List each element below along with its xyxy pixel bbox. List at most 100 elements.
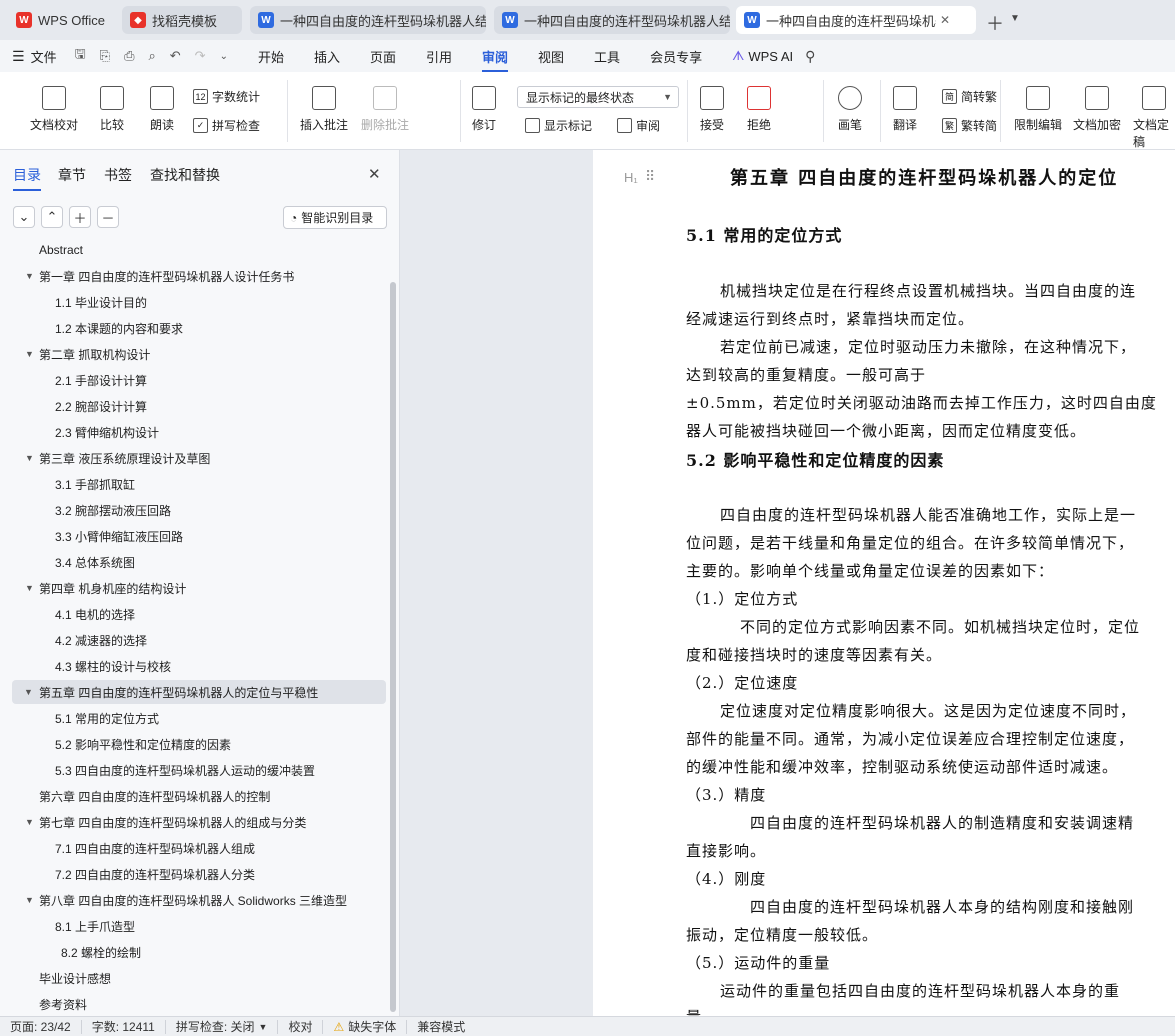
collapse-chevron-down-icon[interactable]: ⌄	[13, 206, 35, 228]
print-preview-icon[interactable]: ⌕	[148, 48, 155, 64]
menu-home[interactable]: 开始	[258, 47, 284, 66]
toc-item[interactable]: Abstract	[39, 240, 83, 262]
toc-item[interactable]: 2.3 臂伸缩机构设计	[55, 420, 159, 444]
read-aloud-button[interactable]: 朗读	[150, 86, 174, 133]
status-page[interactable]: 页面: 23/42	[0, 1019, 82, 1034]
menu-member[interactable]: 会员专享	[650, 47, 702, 66]
accept-button[interactable]: 接受	[700, 86, 724, 133]
restrict-edit-button[interactable]: 限制编辑	[1014, 86, 1062, 133]
status-proof[interactable]: 校对	[278, 1019, 324, 1034]
tab-sections[interactable]: 章节	[58, 165, 86, 185]
tab-doc-3-active[interactable]: W 一种四自由度的连杆型码垛机器人 ✕	[736, 6, 976, 34]
toc-item[interactable]: 2.2 腕部设计计算	[55, 394, 147, 418]
toc-item[interactable]: ▼ 第一章 四自由度的连杆型码垛机器人设计任务书	[25, 264, 294, 288]
status-spell-check[interactable]: 拼写检查: 关闭 ▼	[166, 1019, 279, 1034]
insert-comment-button[interactable]: 插入批注	[300, 86, 348, 133]
toc-item[interactable]: ▼ 第七章 四自由度的连杆型码垛机器人的组成与分类	[25, 810, 306, 834]
encrypt-doc-button[interactable]: 文档加密	[1073, 86, 1121, 133]
toc-item[interactable]: 毕业设计感想	[39, 966, 111, 990]
tab-template[interactable]: ◆ 找稻壳模板	[122, 6, 242, 34]
toc-item[interactable]: 3.1 手部抓取缸	[55, 472, 135, 496]
close-pane-icon[interactable]: ✕	[368, 165, 381, 183]
tab-doc-2[interactable]: W 一种四自由度的连杆型码垛机器人结构	[494, 6, 730, 34]
expand-arrow-icon[interactable]: ▼	[25, 271, 34, 281]
toc-item[interactable]: 3.3 小臂伸缩缸液压回路	[55, 524, 183, 548]
save-icon[interactable]: 🖫	[75, 45, 86, 67]
tab-find-replace[interactable]: 查找和替换	[150, 165, 220, 185]
tab-wps-office[interactable]: W WPS Office	[8, 6, 118, 34]
tab-doc-1[interactable]: W 一种四自由度的连杆型码垛机器人结构	[250, 6, 486, 34]
spell-check-button[interactable]: ✓ 拼写检查	[193, 117, 260, 134]
expand-arrow-icon[interactable]: ▼	[25, 895, 34, 905]
pen-button[interactable]: 画笔	[838, 86, 862, 133]
add-heading-plus-icon[interactable]: ＋	[69, 206, 91, 228]
heading-marker[interactable]: H₁	[624, 170, 638, 185]
share-icon[interactable]: ⎘	[100, 48, 110, 64]
delete-comment-button[interactable]: 删除批注	[361, 86, 409, 133]
drag-handle-icon[interactable]: ⠿	[645, 168, 655, 185]
finalize-doc-button[interactable]: 文档定稿	[1133, 86, 1175, 150]
word-count-button[interactable]: 12 字数统计	[193, 88, 260, 105]
menu-tools[interactable]: 工具	[594, 47, 620, 66]
toc-item[interactable]: 1.2 本课题的内容和要求	[55, 316, 183, 340]
redo-icon[interactable]: ↷	[195, 48, 206, 64]
markup-state-select[interactable]: 显示标记的最终状态 ▼	[517, 86, 679, 108]
expand-arrow-icon[interactable]: ▼	[25, 583, 34, 593]
remove-heading-minus-icon[interactable]: －	[97, 206, 119, 228]
toc-item[interactable]: 8.2 螺栓的绘制	[61, 940, 141, 964]
toc-item[interactable]: 5.2 影响平稳性和定位精度的因素	[55, 732, 231, 756]
undo-icon[interactable]: ↶	[170, 48, 181, 64]
print-icon[interactable]: ⎙	[124, 48, 134, 64]
reject-button[interactable]: 拒绝	[747, 86, 771, 133]
toc-item[interactable]: 4.3 螺柱的设计与校核	[55, 654, 171, 678]
document-page[interactable]: H₁ ⠿ 第五章 四自由度的连杆型码垛机器人的定位 5.1 常用的定位方式 机械挡块…	[593, 150, 1175, 1016]
status-missing-font[interactable]: ⚠ 缺失字体	[323, 1019, 408, 1034]
wps-ai-button[interactable]: ᗑ WPS AI	[732, 48, 793, 64]
trad-to-simp-button[interactable]: 繁 繁转简	[942, 117, 997, 134]
toc-item[interactable]: 8.1 上手爪造型	[55, 914, 135, 938]
toc-item[interactable]: 7.2 四自由度的连杆型码垛机器人分类	[55, 862, 255, 886]
menu-references[interactable]: 引用	[426, 47, 452, 66]
compare-button[interactable]: 比较	[100, 86, 124, 133]
file-menu[interactable]: ☰ 文件	[12, 47, 57, 66]
expand-chevron-up-icon[interactable]: ⌃	[41, 206, 63, 228]
translate-button[interactable]: 翻译	[893, 86, 917, 133]
expand-arrow-icon[interactable]: ▼	[25, 453, 34, 463]
doc-proof-button[interactable]: 文档校对	[30, 86, 78, 133]
tab-toc[interactable]: 目录	[13, 165, 41, 191]
expand-arrow-icon[interactable]: ▼	[25, 349, 34, 359]
toc-item[interactable]: 7.1 四自由度的连杆型码垛机器人组成	[55, 836, 255, 860]
chevron-down-icon[interactable]: ▼	[1010, 13, 1020, 24]
new-tab-plus-icon[interactable]: ＋	[986, 10, 1004, 36]
status-word-count[interactable]: 字数: 12411	[82, 1019, 166, 1034]
toc-item[interactable]: 3.4 总体系统图	[55, 550, 135, 574]
toc-item[interactable]: 3.2 腕部摆动液压回路	[55, 498, 171, 522]
toc-item[interactable]: 2.1 手部设计计算	[55, 368, 147, 392]
tab-bookmarks[interactable]: 书签	[104, 165, 132, 185]
review-pane-button[interactable]: 审阅	[617, 117, 660, 134]
toc-item[interactable]: 5.3 四自由度的连杆型码垛机器人运动的缓冲装置	[55, 758, 315, 782]
status-compat[interactable]: 兼容模式	[407, 1020, 475, 1034]
close-icon[interactable]: ✕	[940, 13, 950, 27]
toc-item[interactable]: ▼ 第四章 机身机座的结构设计	[25, 576, 186, 600]
more-chevron-icon[interactable]: ⌄	[220, 51, 228, 62]
menu-review[interactable]: 审阅	[482, 47, 509, 72]
smart-toc-button[interactable]: ◔ 智能识别目录	[283, 206, 387, 229]
toc-item[interactable]: 4.1 电机的选择	[55, 602, 135, 626]
show-markup-button[interactable]: 显示标记	[525, 117, 592, 134]
toc-scrollbar[interactable]	[390, 282, 396, 1012]
simp-to-trad-button[interactable]: 简 简转繁	[942, 88, 997, 105]
toc-item[interactable]: 参考资料	[39, 992, 87, 1016]
toc-item[interactable]: 第六章 四自由度的连杆型码垛机器人的控制	[39, 784, 270, 808]
expand-arrow-icon[interactable]: ▼	[24, 687, 33, 697]
menu-page[interactable]: 页面	[370, 47, 396, 66]
track-changes-button[interactable]: 修订	[472, 86, 496, 133]
menu-view[interactable]: 视图	[538, 47, 564, 66]
toc-item[interactable]: 5.1 常用的定位方式	[55, 706, 159, 730]
menu-insert[interactable]: 插入	[314, 47, 340, 66]
toc-item[interactable]: ▼ 第五章 四自由度的连杆型码垛机器人的定位与平稳性	[12, 680, 386, 704]
toc-item[interactable]: 1.1 毕业设计目的	[55, 290, 147, 314]
toc-item[interactable]: ▼ 第八章 四自由度的连杆型码垛机器人 Solidworks 三维造型	[25, 888, 347, 912]
toc-item[interactable]: ▼ 第二章 抓取机构设计	[25, 342, 150, 366]
search-icon[interactable]: ⚲	[805, 48, 815, 65]
